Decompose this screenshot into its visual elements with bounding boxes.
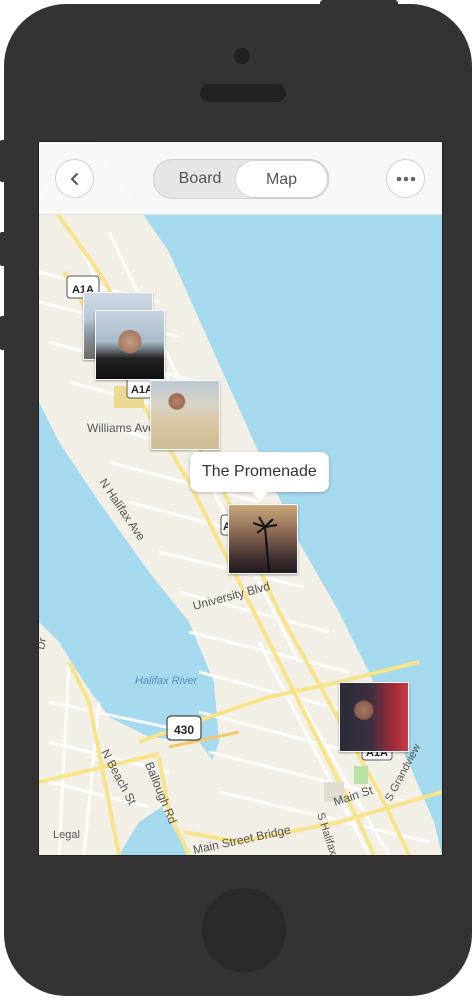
location-callout[interactable]: The Promenade — [190, 452, 329, 500]
photo-pin-palm-sunset[interactable] — [228, 504, 298, 574]
map-legal-link[interactable]: Legal — [53, 829, 80, 841]
photo-pin-diner[interactable] — [339, 682, 409, 752]
route-430-shield: 430 — [166, 715, 202, 741]
photo-pin-beach-selfie[interactable] — [95, 310, 165, 380]
route-430-label: 430 — [174, 723, 194, 737]
more-options-button[interactable] — [386, 159, 425, 198]
label-halifax-river-1: Halifax River — [135, 675, 199, 687]
screen: A1A A1A A A1A 430 Williams Ave N Halifax… — [38, 141, 443, 856]
tab-board[interactable]: Board — [154, 160, 246, 198]
palm-tree-icon — [252, 516, 278, 573]
label-williams-ave: Williams Ave — [87, 421, 155, 435]
top-navigation-bar: Board Map — [39, 142, 442, 215]
earpiece-speaker — [200, 84, 286, 102]
home-button[interactable] — [202, 888, 286, 972]
front-camera — [234, 48, 250, 64]
view-toggle: Board Map — [153, 159, 329, 199]
ellipsis-icon — [396, 176, 415, 181]
photo-pin-beach-crouch[interactable] — [150, 380, 220, 450]
back-button[interactable] — [55, 159, 94, 198]
chevron-left-icon — [70, 172, 78, 185]
tab-map[interactable]: Map — [235, 160, 328, 198]
